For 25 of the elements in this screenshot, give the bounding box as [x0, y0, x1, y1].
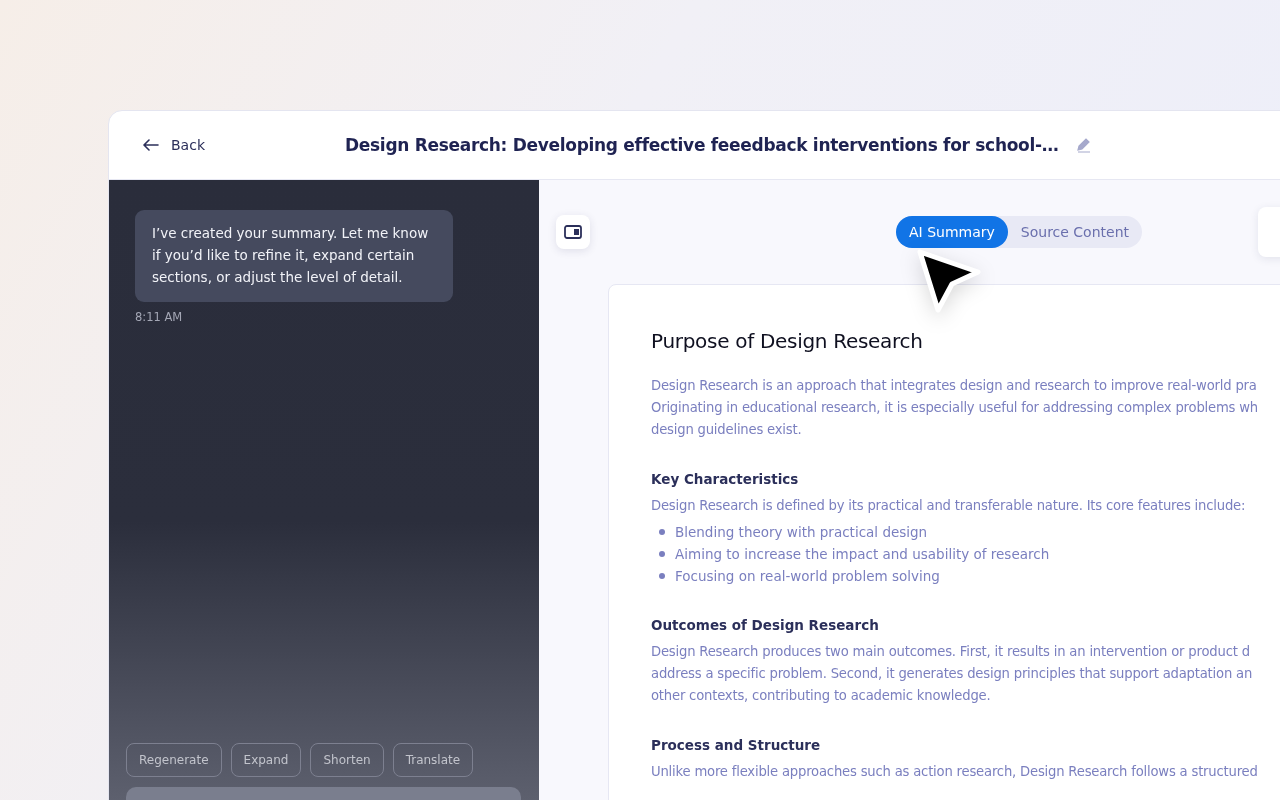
- action-chip[interactable]: Regenerate: [126, 743, 222, 777]
- view-tab[interactable]: Source Content: [1007, 216, 1143, 248]
- section-heading: Process and Structure: [651, 737, 822, 753]
- paragraph-line: Originating in educational research, it is especially useful for addressing complex problems wh: [651, 399, 1260, 417]
- section-heading: Outcomes of Design Research: [651, 617, 880, 633]
- view-tab[interactable]: AI Summary: [896, 216, 1008, 248]
- paragraph-line: address a specific problem. Second, it generates design principles that support adaptation an: [651, 665, 1254, 683]
- bullet-text: Aiming to increase the impact and usability of research: [675, 545, 1050, 564]
- paragraph-line: Unlike more flexible approaches such as action research, Design Research follows a structured: [651, 763, 1259, 781]
- back-button[interactable]: Back: [143, 137, 205, 153]
- paragraph-line: Design Research is an approach that integrates design and research to improve real-world pra: [651, 377, 1258, 395]
- chat-message: I’ve created your summary. Let me know if you’d like to refine it, expand certain sections, or adjust the level of detail.: [135, 210, 453, 302]
- paragraph-line: Design Research is defined by its practical and transferable nature. Its core features include:: [651, 497, 1247, 515]
- paragraph-line: Design Research produces two main outcomes. First, it results in an intervention or product d: [651, 643, 1251, 661]
- paragraph-line: design guidelines exist.: [651, 421, 803, 439]
- bullet-text: Blending theory with practical design: [675, 523, 928, 542]
- paragraph-line: other contexts, contributing to academic knowledge.: [651, 687, 992, 705]
- action-chip[interactable]: Shorten: [310, 743, 384, 777]
- action-chip[interactable]: Translate: [392, 743, 474, 777]
- bullet-text: Focusing on real-world problem solving: [675, 567, 940, 586]
- section-heading: Key Characteristics: [651, 471, 800, 487]
- document-title: Design Research: Developing effective feeedback interventions for school-…: [345, 135, 1059, 155]
- action-chip[interactable]: Expand: [230, 743, 302, 777]
- message-time: 8:11 AM: [135, 310, 184, 324]
- document-heading: Purpose of Design Research: [651, 329, 924, 353]
